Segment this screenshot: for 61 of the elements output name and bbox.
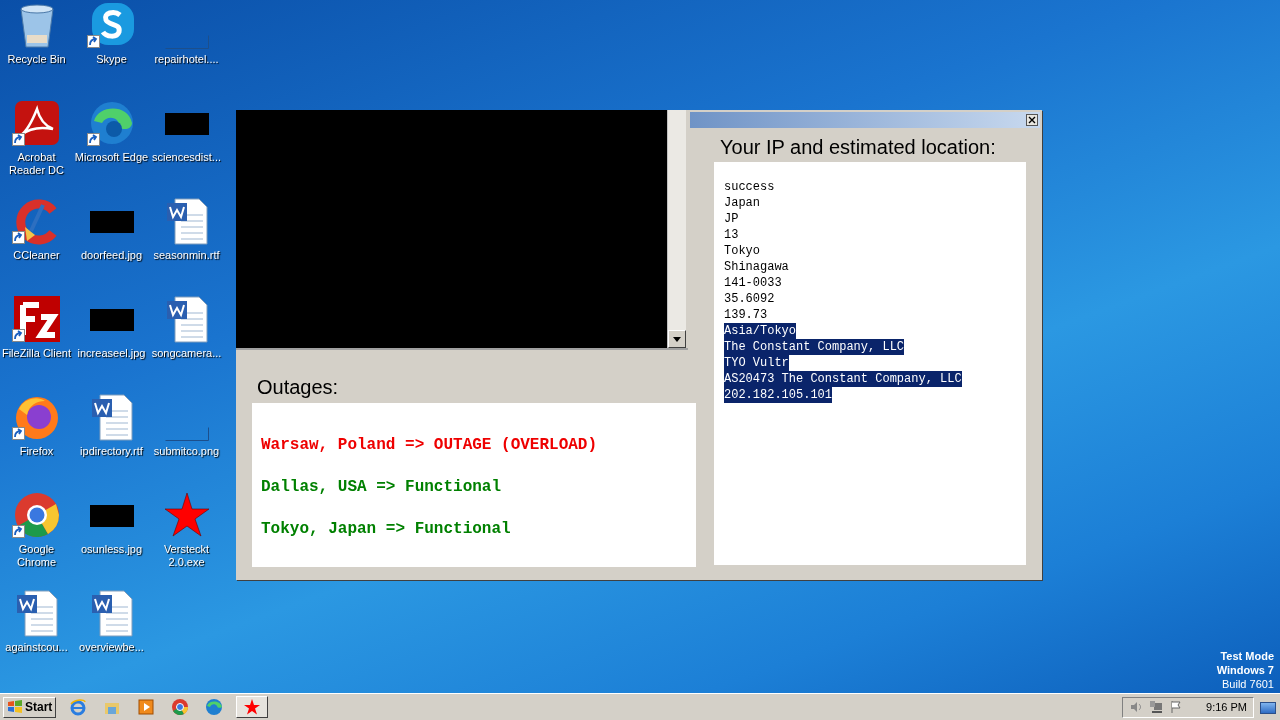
desktop-icon-label[interactable]: Skype [96, 53, 127, 66]
down-arrow-icon [673, 336, 681, 342]
desktop-icon-label[interactable]: osunless.jpg [80, 543, 143, 556]
image-thumbnail-icon [164, 427, 209, 441]
clock[interactable]: 9:16 PM [1206, 701, 1247, 713]
os-build-text: Build 7601 [1222, 677, 1274, 691]
scroll-down-button[interactable] [668, 330, 686, 348]
desktop-icon-label[interactable]: FileZilla Client [1, 347, 72, 360]
desktop-icon-label[interactable]: sciencesdist... [151, 151, 222, 164]
close-icon [1028, 116, 1036, 124]
location-line: success [724, 179, 775, 195]
media-player-icon [137, 698, 156, 716]
outage-status: Warsaw, Poland => OUTAGE (OVERLOAD) [261, 437, 599, 454]
close-button[interactable] [1026, 114, 1038, 126]
desktop-icon-label[interactable]: CCleaner [13, 249, 60, 262]
desktop-icon-label[interactable]: Microsoft Edge [74, 151, 149, 164]
outage-status: Tokyo, Japan => Functional [261, 521, 512, 538]
location-line: 35.6092 [724, 291, 775, 307]
internet-explorer-icon [69, 698, 88, 716]
desktop-icon-label[interactable]: overviewbe... [79, 641, 144, 654]
show-desktop-button[interactable] [1260, 702, 1276, 714]
chrome-icon [171, 698, 190, 716]
desktop-icon-label[interactable]: songcamera... [151, 347, 222, 360]
os-build-text: Test Mode [1220, 649, 1274, 663]
desktop-icon-label[interactable]: increaseel.jpg [77, 347, 146, 360]
desktop-icon-label[interactable]: doorfeed.jpg [80, 249, 143, 262]
outages-heading: Outages: [257, 376, 340, 399]
star-icon [243, 698, 262, 716]
location-line: 13 [724, 227, 739, 243]
desktop-icon-label[interactable]: Acrobat Reader DC [0, 151, 74, 177]
desktop-icon-label[interactable]: Firefox [19, 445, 54, 458]
star-icon [162, 491, 211, 539]
location-line: Tokyo [724, 243, 760, 259]
acrobat-icon [12, 99, 61, 147]
scrollbar[interactable] [667, 110, 686, 348]
windows-logo-icon [7, 700, 23, 714]
edge-icon [205, 698, 224, 716]
location-heading: Your IP and estimated location: [720, 136, 996, 159]
os-build-text: Windows 7 [1216, 663, 1274, 677]
location-line: Shinagawa [724, 259, 789, 275]
desktop-icon-label[interactable]: ipdirectory.rtf [80, 445, 143, 458]
taskbar-app-button[interactable] [236, 696, 269, 718]
desktop-icon-label[interactable]: repairhotel.... [154, 53, 219, 66]
chrome-icon [12, 491, 61, 539]
desktop-icon-label[interactable]: submitco.png [153, 445, 220, 458]
desktop-icon-label[interactable]: Google Chrome [0, 543, 74, 569]
start-button[interactable]: Start [3, 696, 57, 718]
flag-icon[interactable] [1169, 700, 1183, 714]
desktop-icon-label[interactable]: seasonmin.rtf [153, 249, 220, 262]
desktop-icon-label[interactable]: Recycle Bin [7, 53, 66, 66]
location-line: 139.73 [724, 307, 768, 323]
location-line: Japan [724, 195, 760, 211]
image-thumbnail-icon [164, 35, 209, 49]
filezilla-icon [12, 295, 61, 343]
location-line: JP [724, 211, 739, 227]
network-icon[interactable] [1149, 700, 1163, 714]
speaker-icon[interactable] [1129, 700, 1143, 714]
outage-status: Dallas, USA => Functional [261, 479, 503, 496]
desktop-icon-label[interactable]: Versteckt 2.0.exe [149, 543, 224, 569]
desktop-icon-label[interactable]: againstcou... [5, 641, 68, 654]
location-line: 141-0033 [724, 275, 782, 291]
